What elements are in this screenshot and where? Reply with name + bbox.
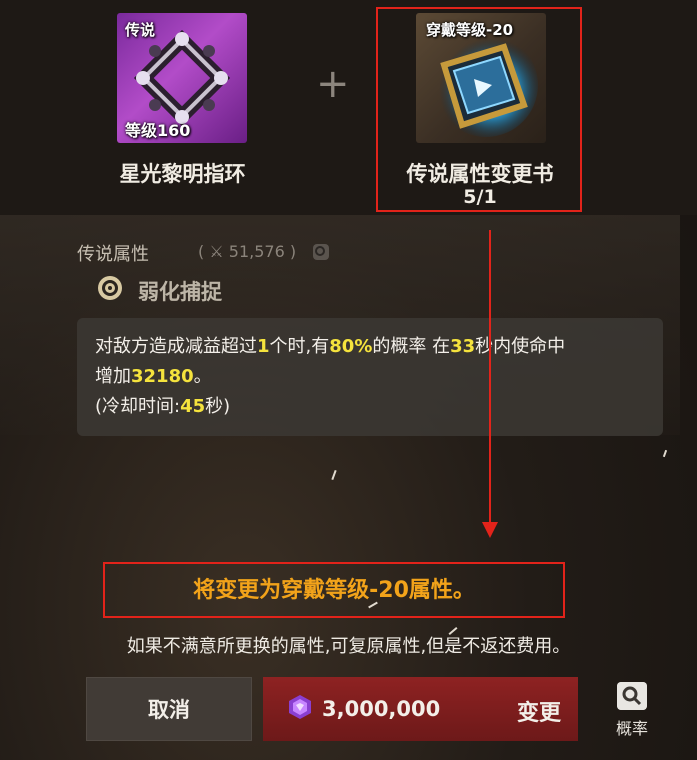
gem-icon xyxy=(289,695,311,719)
left-item-name: 星光黎明指环 xyxy=(119,162,246,186)
desc-text: 的概率 在 xyxy=(372,336,451,357)
desc-line-2: 增加32180。 xyxy=(95,362,645,392)
desc-value: 80% xyxy=(329,336,373,357)
desc-line-1: 对敌方造成减益超过1个时,有80%的概率 在33秒内使命中 xyxy=(95,332,645,362)
desc-value: 32180 xyxy=(131,366,194,387)
rarity-tag: 传说 xyxy=(125,21,156,39)
sparkle xyxy=(662,449,668,458)
change-button-label[interactable]: 变更 xyxy=(517,695,561,727)
desc-value: 45 xyxy=(180,396,206,417)
probability-button-label[interactable]: 概率 xyxy=(610,715,654,739)
search-small-icon xyxy=(313,244,329,260)
attribute-label: 传说属性 xyxy=(77,244,149,265)
desc-value: 33 xyxy=(450,336,476,357)
desc-text: 个时,有 xyxy=(269,336,330,357)
desc-text: 。 xyxy=(193,366,212,387)
plus-sign: + xyxy=(316,61,350,107)
target-icon xyxy=(98,276,122,300)
search-icon[interactable] xyxy=(617,682,647,710)
cost-amount: 3,000,000 xyxy=(322,697,441,721)
item-level: 等级160 xyxy=(125,121,191,140)
desc-text: (冷却时间: xyxy=(95,396,181,417)
skill-name: 弱化捕捉 xyxy=(138,280,222,304)
annotation-arrow-line xyxy=(489,230,491,526)
power-value: ( ⚔ 51,576 ) xyxy=(198,242,297,261)
highlight-box-item xyxy=(376,7,582,212)
desc-line-3: (冷却时间:45秒) xyxy=(95,392,645,422)
cancel-button[interactable]: 取消 xyxy=(86,677,252,741)
skill-description: 对敌方造成减益超过1个时,有80%的概率 在33秒内使命中 增加32180。 (… xyxy=(77,318,663,436)
annotation-arrow-head xyxy=(482,522,498,538)
desc-text: 对敌方造成减益超过 xyxy=(95,336,257,357)
desc-text: 增加 xyxy=(95,366,131,387)
ring-item-thumbnail[interactable]: 传说 等级160 xyxy=(117,13,247,143)
refund-note: 如果不满意所更换的属性,可复原属性,但是不返还费用。 xyxy=(126,636,571,657)
change-notice: 将变更为穿戴等级-20属性。 xyxy=(193,578,475,603)
desc-value: 1 xyxy=(257,336,270,357)
desc-text: 秒) xyxy=(205,396,231,417)
sparkle xyxy=(331,469,337,481)
